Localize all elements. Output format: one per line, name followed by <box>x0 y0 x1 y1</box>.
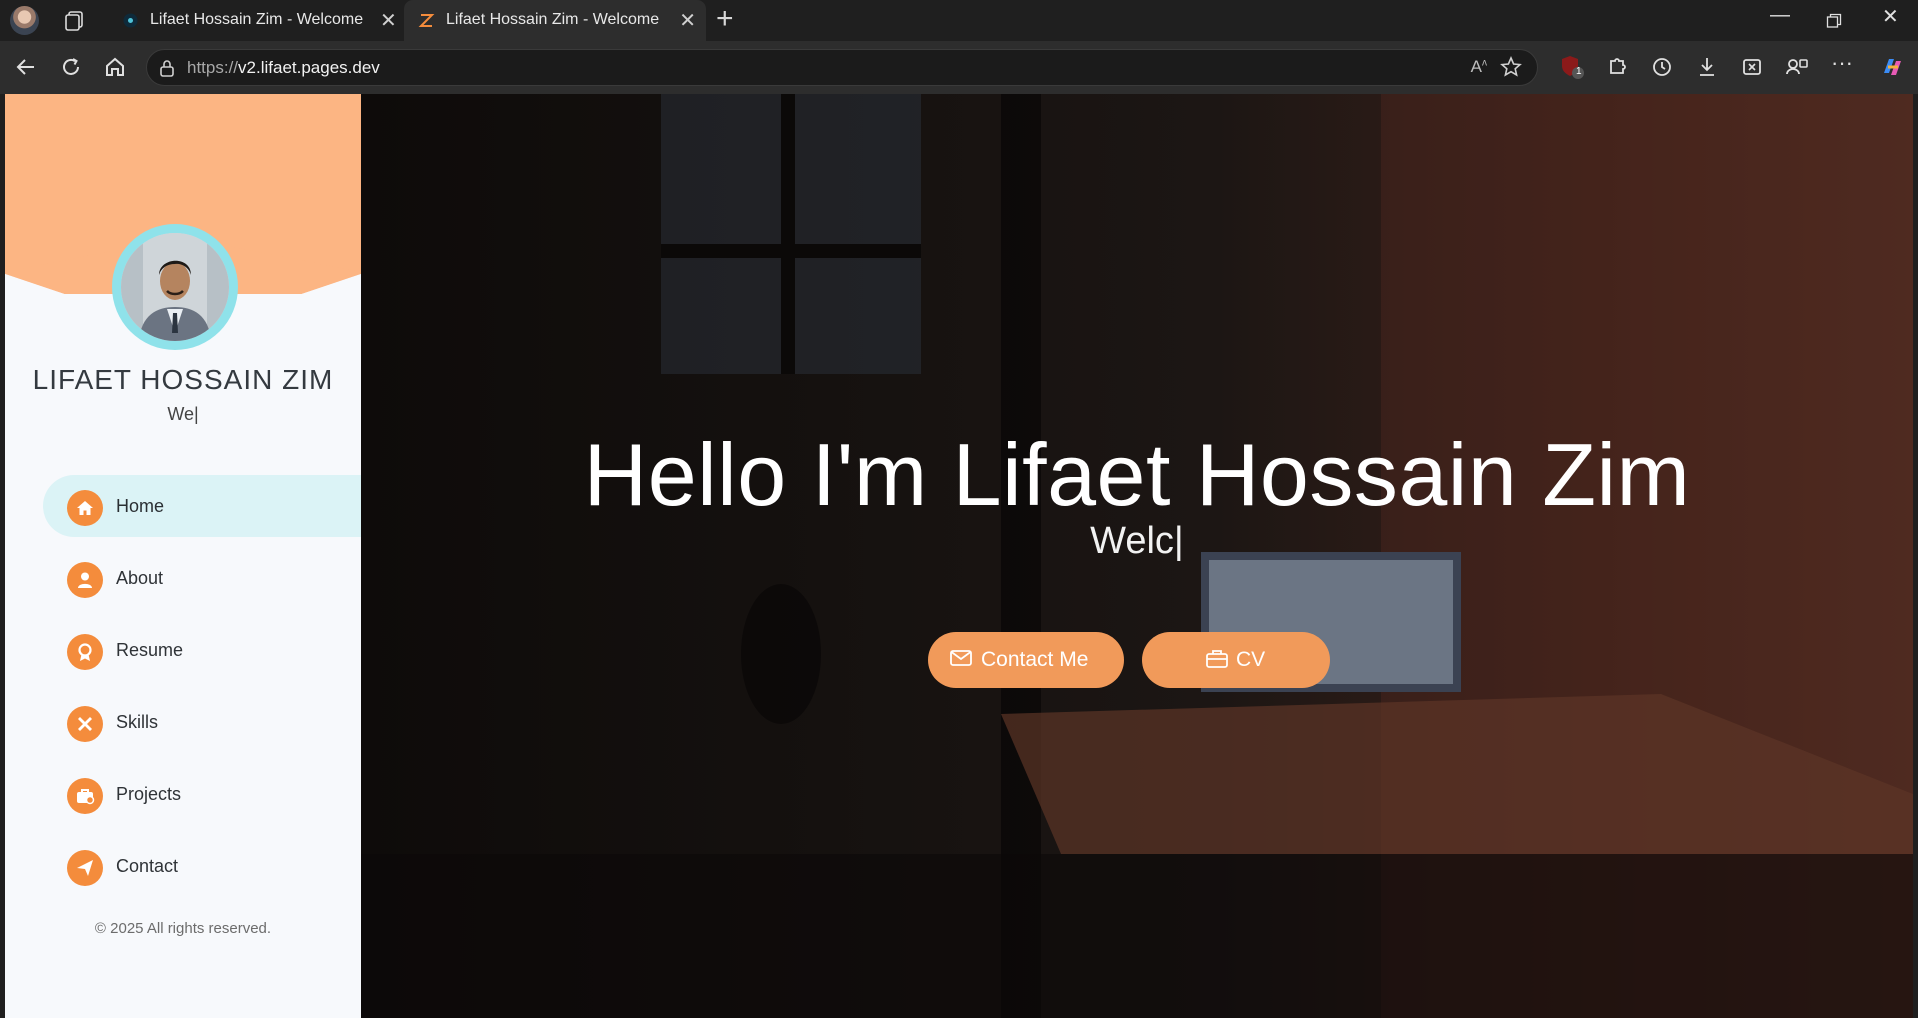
site-favicon-icon <box>123 13 138 28</box>
avatar <box>112 224 238 350</box>
tab-title: Lifaet Hossain Zim - Welcome <box>150 11 364 28</box>
paper-plane-icon <box>67 850 103 886</box>
back-icon[interactable] <box>12 53 40 81</box>
sidebar-item-about[interactable]: About <box>43 547 361 609</box>
close-tab-icon[interactable]: ✕ <box>380 8 397 33</box>
new-tab-button[interactable]: + <box>716 2 734 36</box>
close-window-icon[interactable]: ✕ <box>1882 4 1899 29</box>
restore-icon[interactable] <box>1826 13 1842 29</box>
profile-name: LIFAET HOSSAIN ZIM <box>32 364 334 395</box>
profile-photo <box>121 233 229 341</box>
sidebar-item-label: Home <box>116 496 165 516</box>
copilot-icon[interactable] <box>1878 53 1906 81</box>
sidebar-item-label: Contact <box>116 856 179 876</box>
browser-tab-bar: Lifaet Hossain Zim - Welcome Lifaet Hoss… <box>0 0 1918 41</box>
tab-title: Lifaet Hossain Zim - Welcome <box>446 11 660 28</box>
extensions-icon[interactable] <box>1603 53 1631 81</box>
cv-button[interactable]: CV <box>1142 632 1330 688</box>
briefcase-icon <box>1206 650 1228 668</box>
cv-label: CV <box>1236 648 1266 671</box>
read-aloud-icon[interactable]: Aʌ <box>1471 57 1487 77</box>
copyright: © 2025 All rights reserved. <box>94 920 272 937</box>
sidebar-item-contact[interactable]: Contact <box>43 835 361 897</box>
briefcase-icon <box>67 778 103 814</box>
sidebar-item-label: Skills <box>116 712 159 732</box>
history-icon[interactable] <box>1648 53 1676 81</box>
address-bar[interactable]: https://v2.lifaet.pages.dev Aʌ <box>146 49 1538 86</box>
refresh-icon[interactable] <box>57 53 85 81</box>
typed-subtitle: We| <box>167 404 199 424</box>
hero-typed-text: Welc| <box>1090 520 1184 562</box>
profile-avatar[interactable] <box>10 6 39 35</box>
screenshot-icon[interactable] <box>1738 53 1766 81</box>
ublock-badge: 1 <box>1576 66 1582 77</box>
sidebar-menu: Home About Resume Skills Projects Contac… <box>43 475 361 907</box>
hero-heading: Hello I'm Lifaet Hossain Zim <box>583 425 1691 524</box>
sidebar-item-projects[interactable]: Projects <box>43 763 361 825</box>
hero-section: Hello I'm Lifaet Hossain Zim Welc| Conta… <box>361 94 1913 1018</box>
sidebar-item-resume[interactable]: Resume <box>43 619 361 681</box>
downloads-icon[interactable] <box>1693 53 1721 81</box>
sidebar-item-label: About <box>116 568 164 588</box>
home-icon <box>67 490 103 526</box>
close-tab-icon[interactable]: ✕ <box>679 8 696 33</box>
workspaces-icon[interactable] <box>62 9 86 33</box>
lock-icon[interactable] <box>159 59 175 77</box>
home-icon[interactable] <box>101 53 129 81</box>
sidebar-item-home[interactable]: Home <box>43 475 361 537</box>
contact-me-label: Contact Me <box>981 648 1089 671</box>
favorite-star-icon[interactable] <box>1499 55 1523 79</box>
sidebar: LIFAET HOSSAIN ZIM We| Home About Resume <box>5 94 361 1018</box>
web-page: LIFAET HOSSAIN ZIM We| Home About Resume <box>5 94 1913 1018</box>
user-icon <box>67 562 103 598</box>
contact-me-button[interactable]: Contact Me <box>928 632 1124 688</box>
address-toolbar: https://v2.lifaet.pages.dev Aʌ 1 ··· <box>0 41 1918 94</box>
browser-tab-active[interactable]: Lifaet Hossain Zim - Welcome ✕ <box>404 0 706 41</box>
tools-icon <box>67 706 103 742</box>
url-text: https://v2.lifaet.pages.dev <box>187 58 380 77</box>
sidebar-item-label: Projects <box>116 784 182 804</box>
sidebar-item-skills[interactable]: Skills <box>43 691 361 753</box>
z-favicon-icon <box>418 14 435 27</box>
collections-icon[interactable] <box>1783 53 1811 81</box>
browser-tab[interactable]: Lifaet Hossain Zim - Welcome <box>108 0 402 41</box>
ublock-extension-icon[interactable]: 1 <box>1558 53 1586 81</box>
envelope-icon <box>950 650 972 666</box>
minimize-icon[interactable]: — <box>1770 4 1790 27</box>
sidebar-item-label: Resume <box>116 640 184 660</box>
award-icon <box>67 634 103 670</box>
more-options-icon[interactable]: ··· <box>1831 50 1859 78</box>
